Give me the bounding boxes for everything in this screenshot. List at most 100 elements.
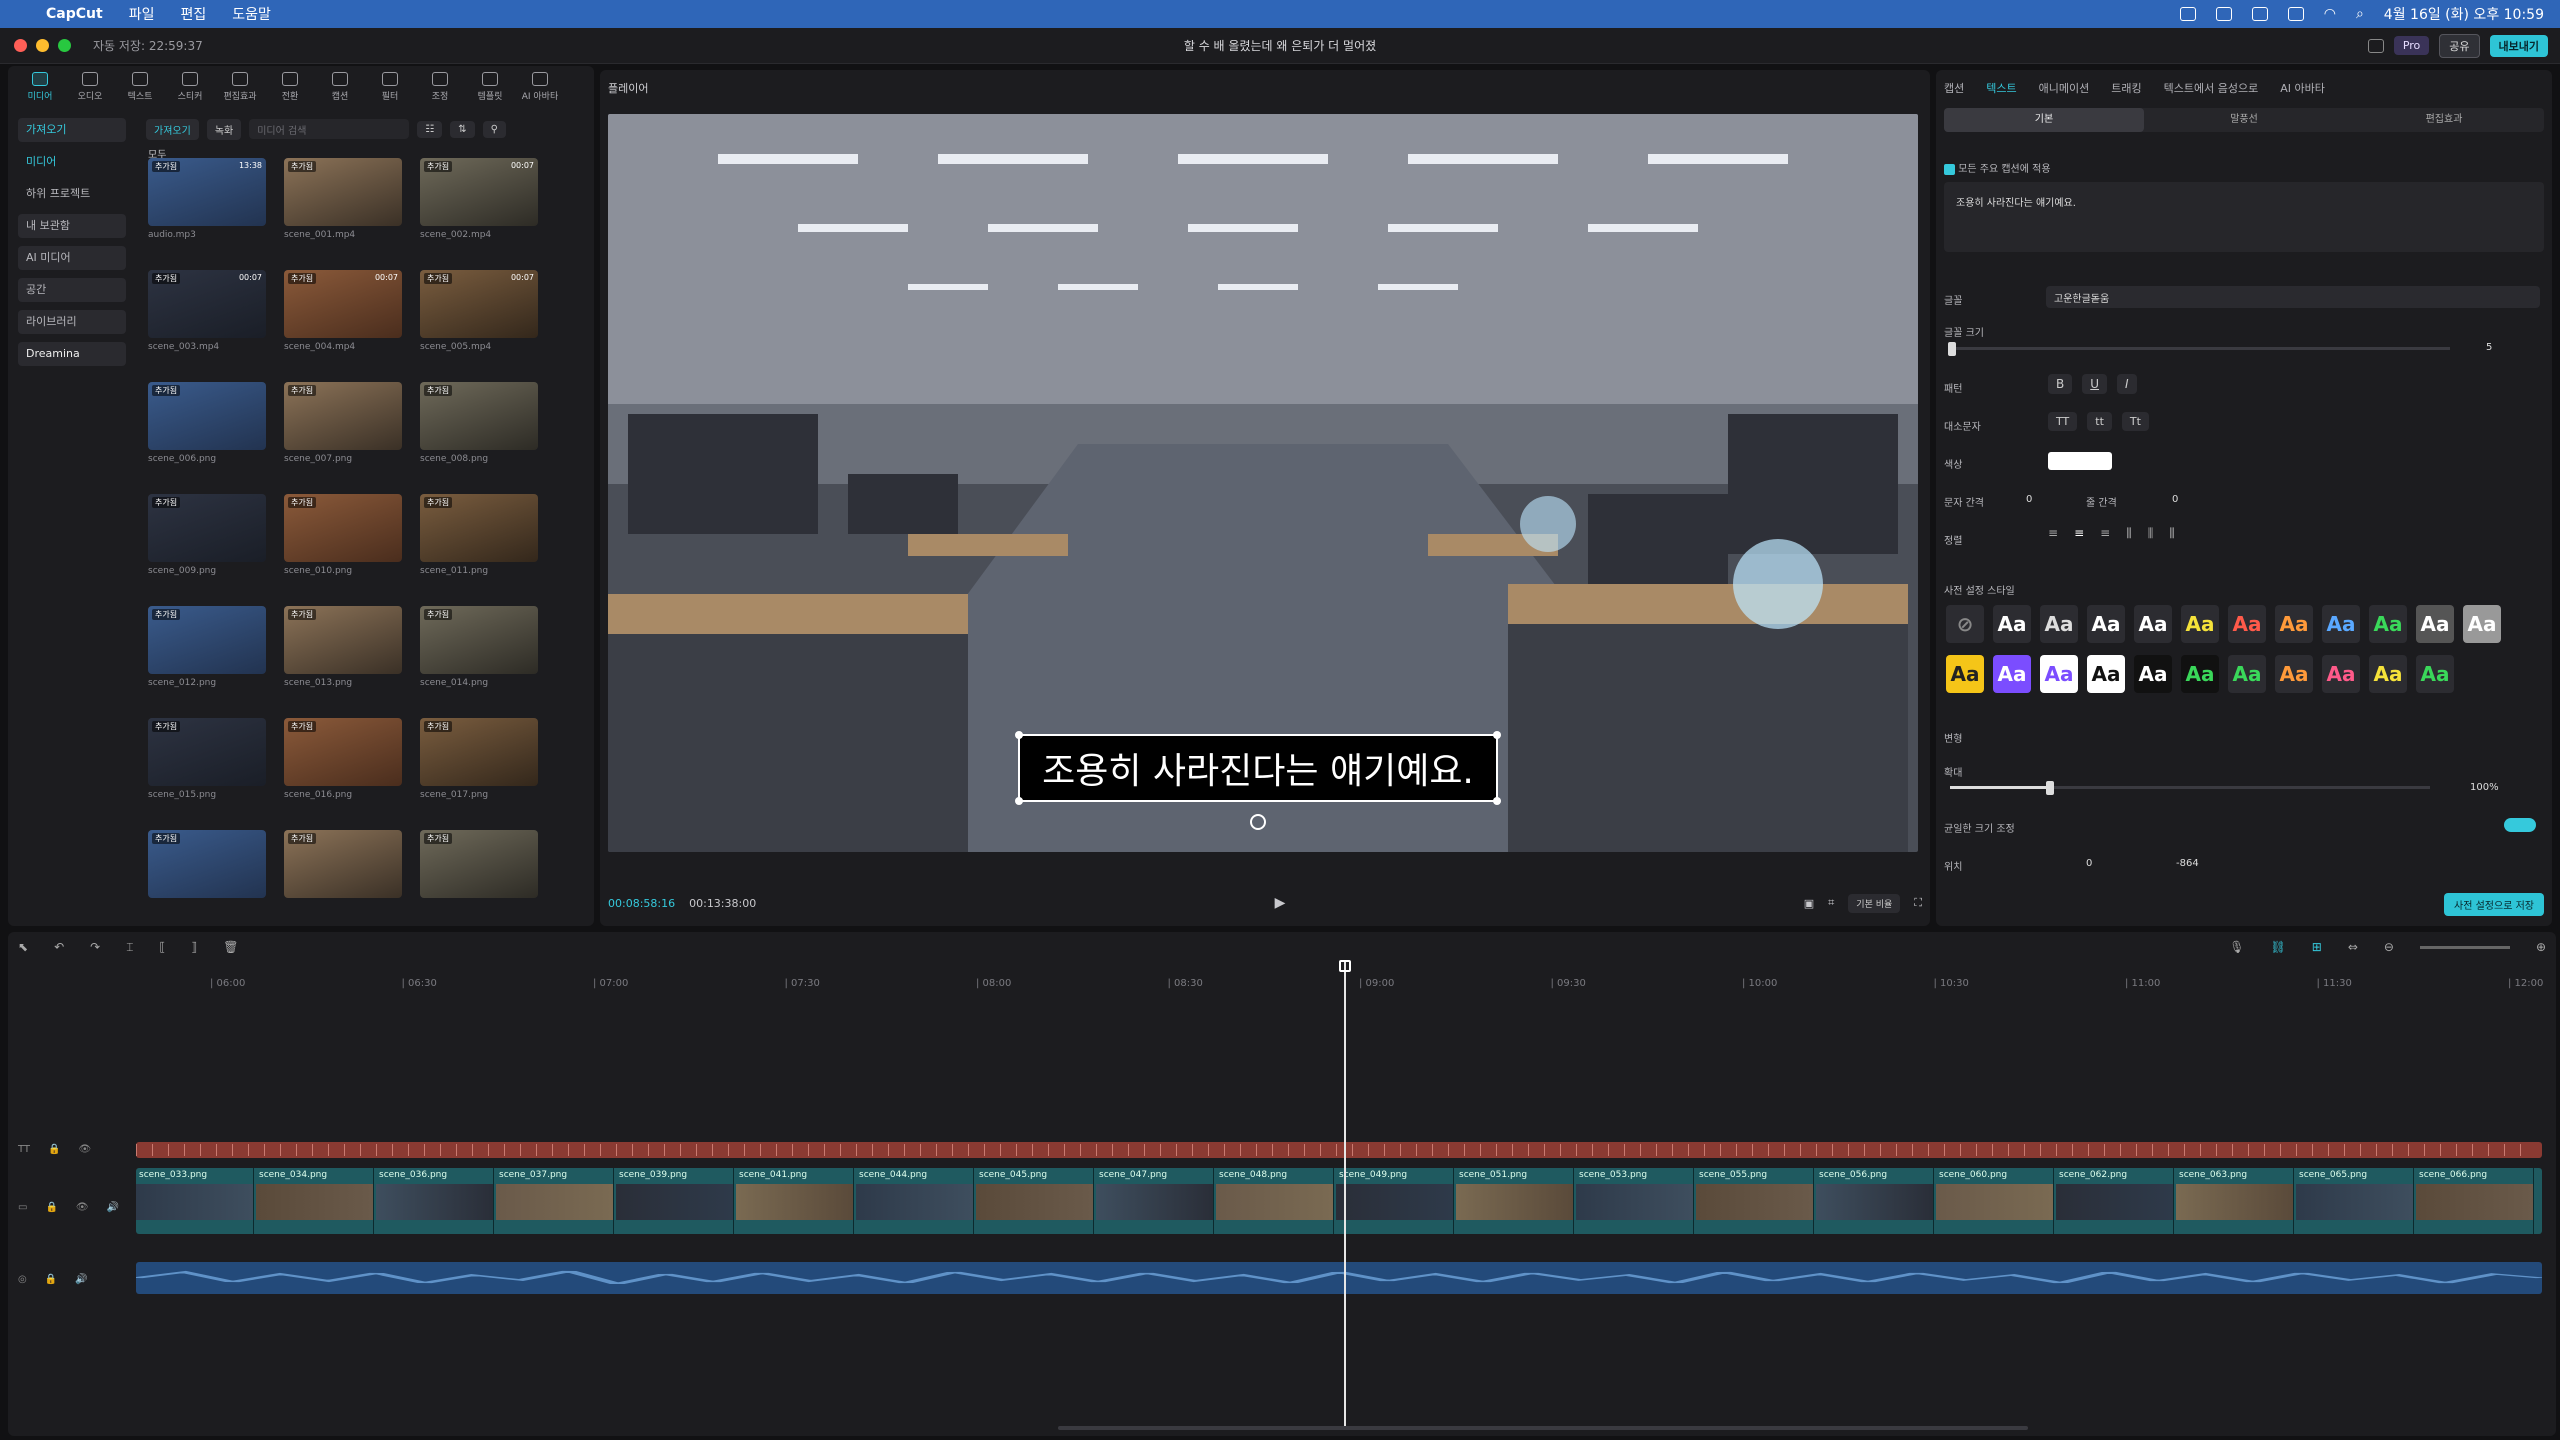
caption-clip[interactable]: [1000, 1144, 1013, 1156]
video-clip[interactable]: scene_053.png: [1576, 1168, 1694, 1234]
caption-clip[interactable]: [904, 1144, 917, 1156]
sidebar-item-ai-media[interactable]: AI 미디어: [18, 246, 126, 270]
caption-clip[interactable]: [1240, 1144, 1253, 1156]
caption-clip[interactable]: [1016, 1144, 1029, 1156]
align-bottom-icon[interactable]: ⫼: [2169, 526, 2175, 541]
caption-clip[interactable]: [840, 1144, 853, 1156]
caption-clip[interactable]: [1288, 1144, 1301, 1156]
eye-icon[interactable]: 👁: [79, 1144, 92, 1155]
caption-clip[interactable]: [616, 1144, 629, 1156]
trim-right-icon[interactable]: ⟧: [191, 940, 197, 955]
caption-clip[interactable]: [2072, 1144, 2085, 1156]
share-button[interactable]: 공유: [2439, 33, 2480, 58]
caption-clip[interactable]: [1720, 1144, 1733, 1156]
caption-clip[interactable]: [1048, 1144, 1061, 1156]
caption-clip[interactable]: [2232, 1144, 2245, 1156]
caption-clip[interactable]: [2168, 1144, 2181, 1156]
sidebar-item-library[interactable]: 내 보관함: [18, 214, 126, 238]
caption-clip[interactable]: [1976, 1144, 1989, 1156]
caption-clip[interactable]: [1384, 1144, 1397, 1156]
caption-clip[interactable]: [1144, 1144, 1157, 1156]
subtab-bubble[interactable]: 말풍선: [2144, 108, 2344, 132]
video-clip[interactable]: scene_055.png: [1696, 1168, 1814, 1234]
font-size-slider[interactable]: [1950, 347, 2450, 350]
preset-style-swatch[interactable]: Aa: [2322, 605, 2360, 643]
caption-clip[interactable]: [936, 1144, 949, 1156]
caption-clip[interactable]: [1656, 1144, 1669, 1156]
sidebar-item-subproject[interactable]: 하위 프로젝트: [18, 182, 126, 206]
caption-clip[interactable]: [2392, 1144, 2405, 1156]
video-clip[interactable]: scene_045.png: [976, 1168, 1094, 1234]
preset-style-swatch[interactable]: Aa: [2463, 605, 2501, 643]
caption-clip[interactable]: [1592, 1144, 1605, 1156]
caption-clip[interactable]: [200, 1144, 213, 1156]
video-clip[interactable]: scene_036.png: [376, 1168, 494, 1234]
caption-clip[interactable]: [360, 1144, 373, 1156]
caption-clip[interactable]: [584, 1144, 597, 1156]
caption-clip[interactable]: [1208, 1144, 1221, 1156]
caption-clip[interactable]: [2488, 1144, 2501, 1156]
sidebar-item-media[interactable]: 미디어: [18, 150, 126, 174]
fullscreen-icon[interactable]: ⛶: [1914, 896, 1922, 910]
video-clip[interactable]: scene_048.png: [1216, 1168, 1334, 1234]
caption-clip[interactable]: [696, 1144, 709, 1156]
caption-clip[interactable]: [1944, 1144, 1957, 1156]
caption-clip[interactable]: [376, 1144, 389, 1156]
align-middle-icon[interactable]: ⫼: [2148, 526, 2154, 541]
tool-sticker[interactable]: 스티커: [166, 72, 214, 104]
media-item[interactable]: 추가됨 00:07 scene_003.mp4: [148, 270, 270, 352]
tool-audio[interactable]: 오디오: [66, 72, 114, 104]
caption-clip[interactable]: [2296, 1144, 2309, 1156]
preset-style-swatch[interactable]: Aa: [2228, 605, 2266, 643]
sidebar-item-import[interactable]: 가져오기: [18, 118, 126, 142]
caption-clip[interactable]: [456, 1144, 469, 1156]
tool-template[interactable]: 템플릿: [466, 72, 514, 104]
fit-icon[interactable]: ▣: [1804, 897, 1814, 910]
caption-clip[interactable]: [1864, 1144, 1877, 1156]
crop-icon[interactable]: ⌗: [1828, 896, 1834, 910]
subtab-effects[interactable]: 편집효과: [2344, 108, 2544, 132]
preview-axis-icon[interactable]: ⇔: [2348, 940, 2358, 954]
caption-clip[interactable]: [408, 1144, 421, 1156]
preset-style-swatch[interactable]: Aa: [2181, 655, 2219, 693]
caption-clip[interactable]: [312, 1144, 325, 1156]
sidebar-item-dreamina[interactable]: Dreamina: [18, 342, 126, 366]
lowercase-button[interactable]: tt: [2087, 412, 2112, 431]
preset-style-swatch[interactable]: Aa: [1946, 655, 1984, 693]
caption-clip[interactable]: [1752, 1144, 1765, 1156]
uppercase-button[interactable]: TT: [2048, 412, 2078, 431]
caption-clip[interactable]: [2408, 1144, 2421, 1156]
video-clip[interactable]: scene_044.png: [856, 1168, 974, 1234]
zoom-in-icon[interactable]: ⊕: [2536, 940, 2546, 954]
caption-clip[interactable]: [504, 1144, 517, 1156]
caption-clip[interactable]: [2008, 1144, 2021, 1156]
caption-clip[interactable]: [232, 1144, 245, 1156]
font-size-slider-thumb[interactable]: [1948, 342, 1956, 356]
resize-handle[interactable]: [1493, 731, 1501, 739]
caption-clip[interactable]: [2056, 1144, 2069, 1156]
tab-tts[interactable]: 텍스트에서 음성으로: [2164, 80, 2259, 96]
caption-clip[interactable]: [1848, 1144, 1861, 1156]
position-y-value[interactable]: -864: [2176, 858, 2199, 869]
caption-clip[interactable]: [760, 1144, 773, 1156]
tab-tracking[interactable]: 트래킹: [2111, 80, 2141, 96]
tool-adjust[interactable]: 조정: [416, 72, 464, 104]
caption-clip[interactable]: [488, 1144, 501, 1156]
video-clip[interactable]: scene_041.png: [736, 1168, 854, 1234]
caption-clip[interactable]: [968, 1144, 981, 1156]
caption-clip[interactable]: [472, 1144, 485, 1156]
caption-clip[interactable]: [296, 1144, 309, 1156]
caption-clip[interactable]: [536, 1144, 549, 1156]
position-x-value[interactable]: 0: [2086, 858, 2092, 869]
caption-clip[interactable]: [1096, 1144, 1109, 1156]
caption-clip[interactable]: [792, 1144, 805, 1156]
snap-icon[interactable]: ⊞: [2312, 940, 2322, 954]
redo-icon[interactable]: ↷: [90, 940, 100, 955]
caption-clip[interactable]: [1528, 1144, 1541, 1156]
view-toggle-button[interactable]: ☷: [417, 120, 443, 138]
video-clip[interactable]: scene_033.png: [136, 1168, 254, 1234]
caption-clip[interactable]: [2472, 1144, 2485, 1156]
caption-clip[interactable]: [2088, 1144, 2101, 1156]
tab-ai-avatar[interactable]: AI 아바타: [2280, 80, 2325, 96]
caption-clip[interactable]: [136, 1144, 149, 1156]
